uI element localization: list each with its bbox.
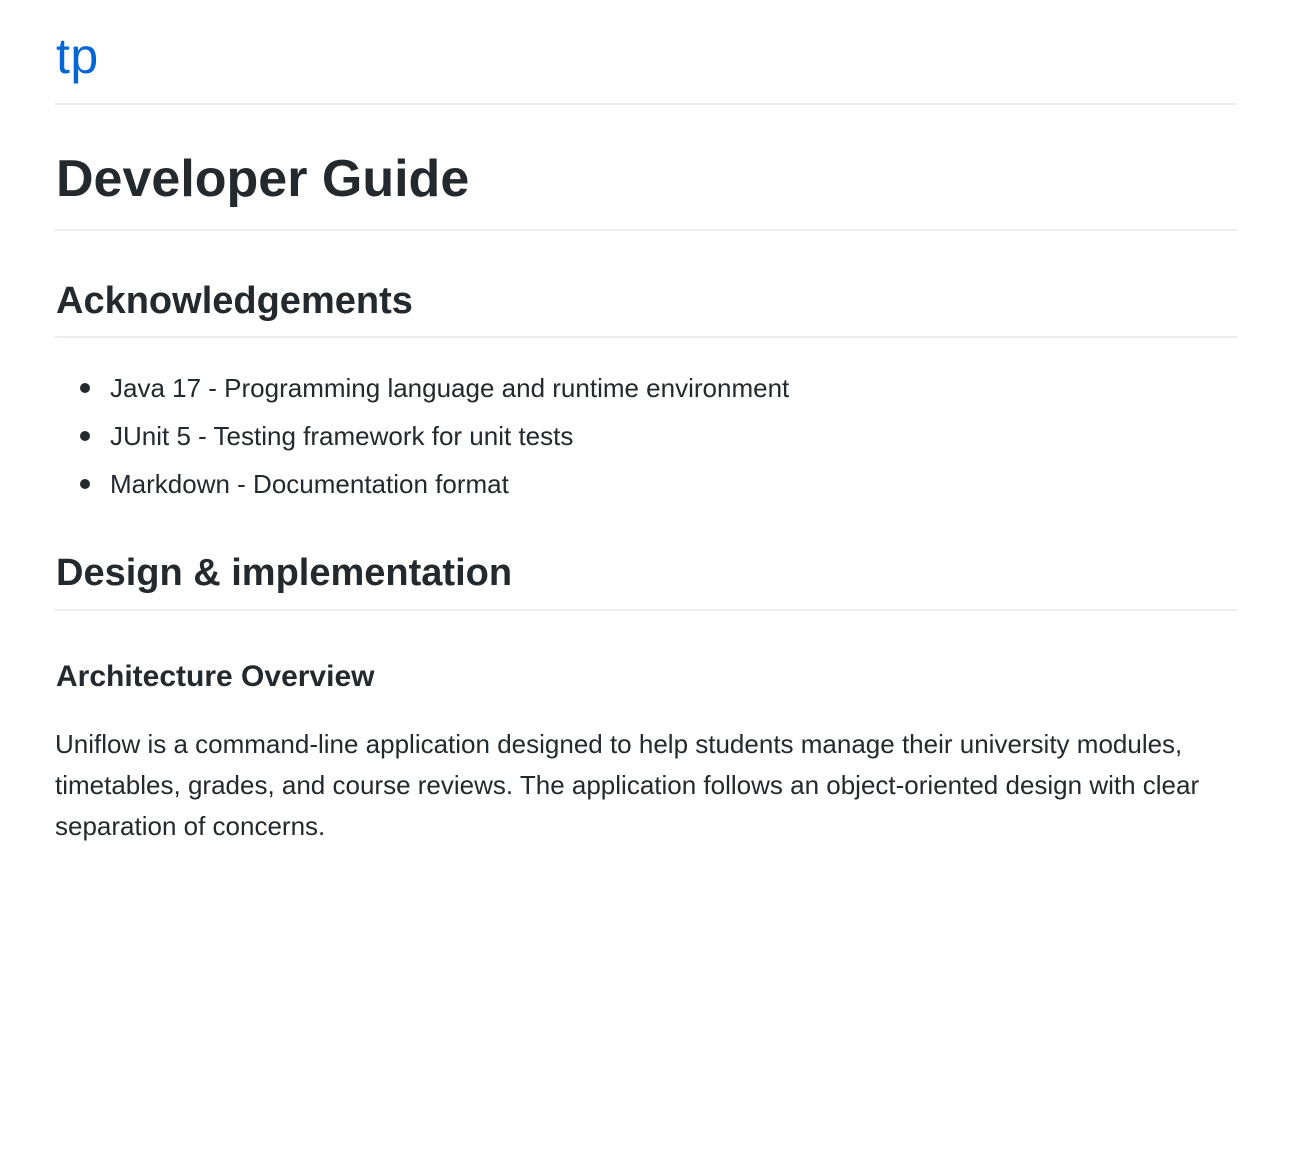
page: tp Developer Guide Acknowledgements Java… [55, 0, 1237, 841]
subsection-heading-architecture-overview: Architecture Overview [56, 660, 375, 693]
bullet-icon [80, 479, 90, 489]
section-divider-acknowledgements [55, 336, 1237, 338]
page-title: Developer Guide [56, 150, 470, 208]
architecture-overview-paragraph: Uniflow is a command-line application de… [55, 729, 1200, 841]
bullet-icon [80, 383, 90, 393]
section-heading-acknowledgements: Acknowledgements [56, 280, 413, 322]
site-title-link[interactable]: tp [56, 26, 99, 86]
list-item: Java 17 - Programming language and runti… [55, 364, 789, 412]
list-item-text: Java 17 - Programming language and runti… [110, 373, 790, 403]
list-item-text: JUnit 5 - Testing framework for unit tes… [110, 421, 574, 451]
list-item-text: Markdown - Documentation format [110, 469, 509, 499]
bullet-icon [80, 431, 90, 441]
list-item: Markdown - Documentation format [55, 460, 789, 508]
list-item: JUnit 5 - Testing framework for unit tes… [55, 412, 789, 460]
page-title-divider [55, 229, 1237, 231]
site-header: tp [55, 0, 1237, 105]
acknowledgements-list: Java 17 - Programming language and runti… [55, 364, 789, 508]
section-heading-design-implementation: Design & implementation [56, 552, 513, 594]
section-divider-design-implementation [55, 609, 1237, 611]
